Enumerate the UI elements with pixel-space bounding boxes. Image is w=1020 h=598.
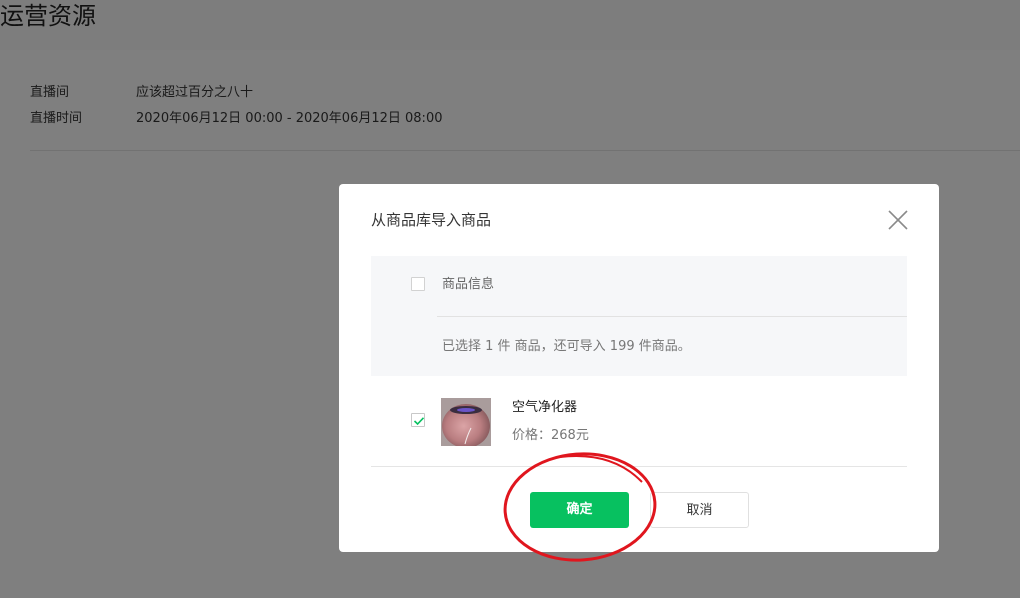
product-price: 价格：268元 [512, 428, 589, 443]
row-divider [371, 466, 907, 467]
product-row[interactable]: 空气净化器 价格：268元 [371, 376, 907, 467]
product-checkbox[interactable] [411, 413, 425, 427]
product-info-header: 商品信息 [442, 277, 495, 292]
check-icon [413, 417, 425, 426]
product-thumbnail [441, 398, 491, 446]
table-header: 商品信息 已选择 1 件 商品，还可导入 199 件商品。 [371, 256, 907, 376]
close-icon[interactable] [886, 208, 910, 232]
product-name: 空气净化器 [512, 400, 578, 415]
confirm-button[interactable]: 确定 [530, 492, 629, 528]
select-all-checkbox[interactable] [411, 277, 425, 291]
cancel-button[interactable]: 取消 [650, 492, 749, 528]
import-products-dialog: 从商品库导入商品 商品信息 已选择 1 件 商品，还可导入 199 件商品。 空… [339, 184, 939, 552]
selection-summary: 已选择 1 件 商品，还可导入 199 件商品。 [442, 339, 691, 354]
header-divider [437, 316, 907, 317]
dialog-title: 从商品库导入商品 [371, 211, 492, 229]
